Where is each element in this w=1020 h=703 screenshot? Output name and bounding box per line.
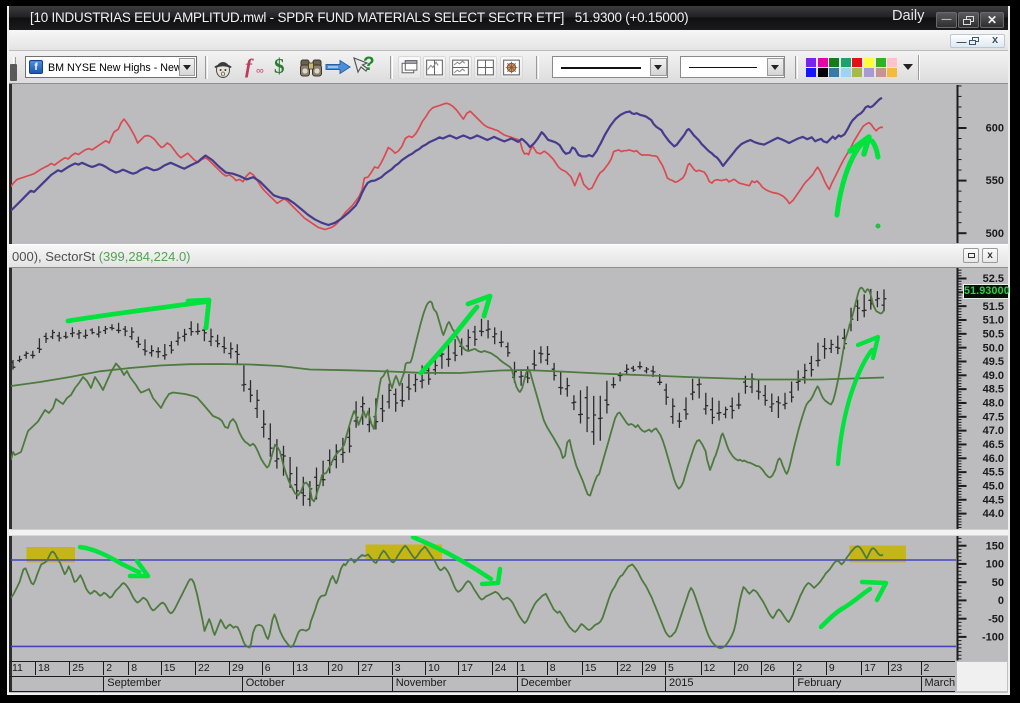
svg-text:50: 50 — [992, 577, 1004, 589]
svg-text:51.5: 51.5 — [983, 301, 1004, 313]
svg-text:-50: -50 — [988, 613, 1004, 625]
svg-text:44.5: 44.5 — [983, 494, 1004, 506]
svg-text:44.0: 44.0 — [983, 508, 1004, 520]
svg-text:48.0: 48.0 — [983, 398, 1004, 410]
svg-text:-100: -100 — [982, 632, 1004, 644]
svg-text:45.5: 45.5 — [983, 467, 1004, 479]
svg-text:45.0: 45.0 — [983, 481, 1004, 493]
svg-text:50.0: 50.0 — [983, 342, 1004, 354]
svg-text:550: 550 — [986, 175, 1004, 187]
svg-text:49.5: 49.5 — [983, 356, 1004, 368]
svg-text:46.5: 46.5 — [983, 439, 1004, 451]
svg-text:46.0: 46.0 — [983, 453, 1004, 465]
svg-text:0: 0 — [998, 595, 1004, 607]
svg-text:49.0: 49.0 — [983, 370, 1004, 382]
svg-text:48.5: 48.5 — [983, 384, 1004, 396]
svg-text:100: 100 — [986, 559, 1004, 571]
svg-text:50.5: 50.5 — [983, 328, 1004, 340]
svg-text:600: 600 — [986, 123, 1004, 135]
svg-text:500: 500 — [986, 228, 1004, 240]
svg-text:51.0: 51.0 — [983, 315, 1004, 327]
svg-text:47.0: 47.0 — [983, 425, 1004, 437]
svg-text:150: 150 — [986, 540, 1004, 552]
svg-text:47.5: 47.5 — [983, 411, 1004, 423]
